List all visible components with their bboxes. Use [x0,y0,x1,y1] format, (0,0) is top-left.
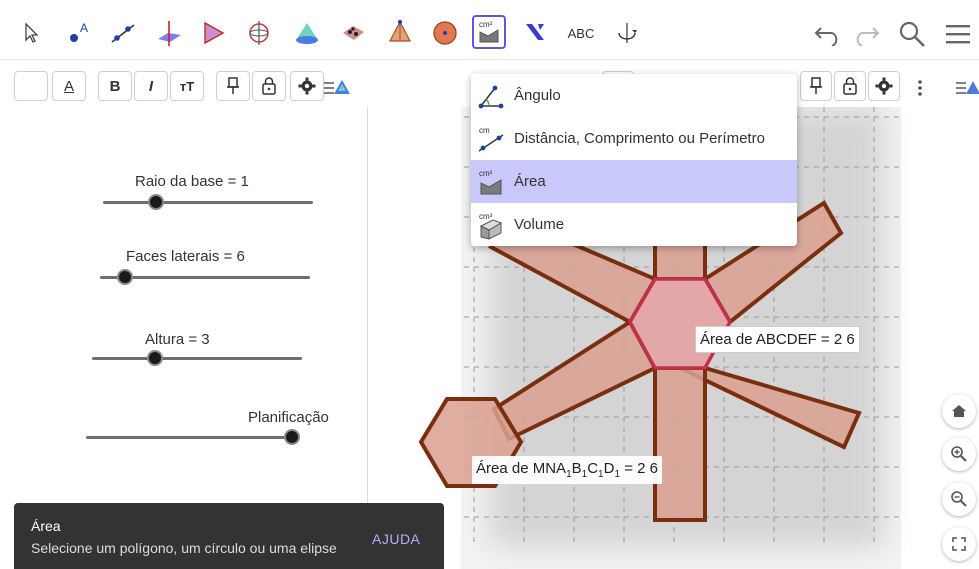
label-area-abcdef-prefix: Área de [700,331,753,348]
zoom-out-button[interactable] [942,482,976,516]
slider-label-altura: Altura = 3 [145,331,210,348]
menu-label-angulo: Ângulo [514,87,561,104]
view-toggle-icon[interactable] [322,74,352,100]
text-tool-glyph: ABC [567,25,595,41]
toast-message: Selecione um polígono, um círculo ou uma… [31,540,337,556]
slider-track-raio[interactable] [103,201,313,204]
move-tool-icon[interactable] [14,16,48,50]
help-link[interactable]: AJUDA [372,531,420,547]
face-bottom [653,366,707,522]
gear-icon [875,77,893,95]
menu-label-distancia: Distância, Comprimento ou Perímetro [514,130,765,147]
menu-item-area[interactable]: cm² Área [471,160,797,203]
point-tool-glyph: A [80,21,88,35]
fullscreen-icon [952,537,966,551]
label-area-mna-sub-b: B [571,460,582,477]
graphics-pin-button[interactable] [800,71,832,101]
volume-icon: cm³ [479,212,503,240]
lock-icon [262,77,276,95]
area-icon: cm² [479,169,502,194]
geogebra-app: A cm² ABC A B I тT Raio da base = 1 Face… [0,0,979,569]
text-color-button[interactable]: A [52,71,86,101]
home-icon [952,405,966,417]
label-area-mna[interactable]: Área de MNA1B1C1D1 = 2 6 [472,456,662,484]
menu-item-angulo[interactable]: Ângulo [471,74,797,117]
tool-help-toast: Área Selecione um polígono, um círculo o… [14,503,444,569]
plane-tool-icon[interactable] [152,16,186,50]
distance-icon: cm [478,126,504,152]
graphics-lock-button[interactable] [834,71,866,101]
transform-tool-icon[interactable] [518,16,552,50]
settings-button[interactable] [290,71,324,101]
slider-label-faces: Faces laterais = 6 [126,248,245,265]
measure-tool-dropdown: Ângulo cm Distância, Comprimento ou Perí… [471,74,797,246]
redo-icon[interactable] [850,18,882,50]
angle-icon [478,85,504,108]
slider-label-planificacao: Planificação [248,409,329,426]
main-menu-icon[interactable] [942,18,974,50]
prism-tool-icon[interactable] [383,16,417,50]
menu-item-volume[interactable]: cm³ Volume [471,203,797,246]
slider-track-planificacao[interactable] [86,436,292,439]
point-tool-icon[interactable]: A [62,16,96,50]
measure-area-tool-icon[interactable]: cm² [472,15,506,49]
label-area-mna-prefix: Área de [476,460,529,477]
slider-knob-altura[interactable] [147,350,163,366]
home-button[interactable] [942,394,976,428]
pin-icon [810,77,822,94]
slider-knob-planificacao[interactable] [284,429,300,445]
zoom-in-button[interactable] [942,437,976,471]
menu-item-distancia[interactable]: cm Distância, Comprimento ou Perímetro [471,117,797,160]
rotate-view-tool-icon[interactable] [610,16,644,50]
text-tool-icon[interactable]: ABC [564,16,598,50]
zoom-out-icon [951,491,967,507]
main-toolbar: A cm² ABC [0,0,979,60]
algebra-stylebar: A B I тT [0,63,368,107]
slider-track-altura[interactable] [92,357,302,360]
slider-label-raio: Raio da base = 1 [135,173,249,190]
net-tool-icon[interactable] [336,16,370,50]
label-area-mna-value: = 2 6 [624,460,658,477]
label-area-mna-sub-d: D [603,460,615,477]
menu-label-area: Área [514,173,546,190]
graphics-view-toggle-icon[interactable] [954,74,979,100]
slider-knob-faces[interactable] [117,269,134,285]
search-icon[interactable] [896,18,928,50]
bold-button[interactable]: B [98,71,132,101]
label-area-mna-sub-c: C [587,460,599,477]
slider-knob-raio[interactable] [147,194,164,210]
cone-tool-icon[interactable] [290,16,324,50]
undo-icon[interactable] [812,18,844,50]
zoom-in-icon [951,446,967,462]
label-area-mna-name: MNA [532,460,567,477]
more-options-icon[interactable] [914,76,926,100]
label-area-abcdef[interactable]: Área de ABCDEF = 2 6 [695,326,860,353]
menu-label-volume: Volume [514,216,565,233]
area-icon-badge: cm² [479,169,493,178]
fullscreen-button[interactable] [942,527,976,561]
pyramid-tool-icon[interactable] [196,16,230,50]
volume-icon-badge: cm³ [479,212,493,221]
graphics-settings-button[interactable] [868,71,900,101]
algebra-panel: Raio da base = 1 Faces laterais = 6 Altu… [0,107,368,569]
label-area-abcdef-value: = 2 6 [820,331,855,348]
gear-icon [298,77,316,95]
line-tool-icon[interactable] [106,16,140,50]
area-tool-glyph: cm² [479,20,493,29]
lock-icon [843,77,857,95]
distance-icon-badge: cm [479,126,490,135]
sphere-tool-icon[interactable] [428,16,462,50]
pin-icon [227,77,239,94]
italic-button[interactable]: I [134,71,168,101]
text-size-button[interactable]: тT [170,71,204,101]
label-area-abcdef-name: ABCDEF [755,331,817,348]
lock-button[interactable] [252,71,286,101]
rotate-tool-icon[interactable] [242,16,276,50]
toast-title: Área [31,518,61,534]
bg-color-button[interactable] [14,71,48,101]
pin-button[interactable] [216,71,250,101]
